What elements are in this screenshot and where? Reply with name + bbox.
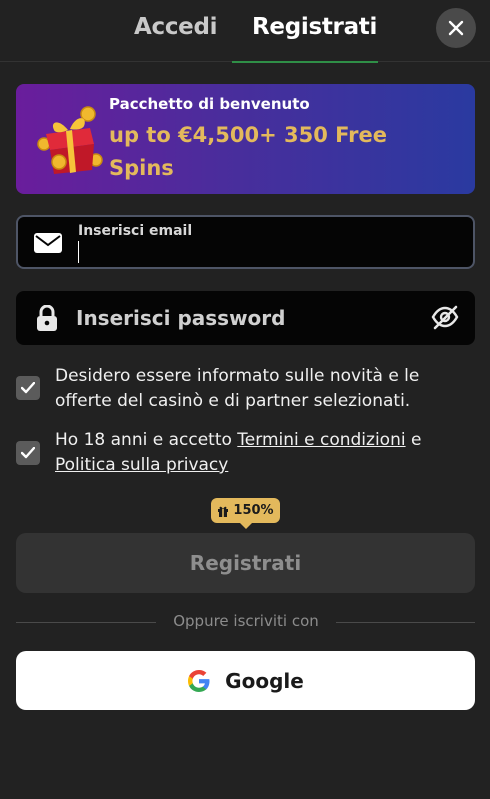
promo-offer: up to €4,500+ 350 Free Spins xyxy=(109,123,388,180)
newsletter-consent-text: Desidero essere informato sulle novità e… xyxy=(55,366,420,411)
tab-login[interactable]: Accedi xyxy=(134,14,218,40)
email-field[interactable]: Inserisci email xyxy=(16,215,475,269)
welcome-bonus-banner: Pacchetto di benvenuto up to €4,500+ 350… xyxy=(16,84,475,194)
bonus-badge-label: 150% xyxy=(233,503,274,518)
privacy-link[interactable]: Politica sulla privacy xyxy=(55,455,228,475)
promo-subtitle: Pacchetto di benvenuto xyxy=(109,95,310,113)
newsletter-checkbox[interactable] xyxy=(16,376,40,400)
google-button-label: Google xyxy=(225,668,304,693)
divider-text: Oppure iscriviti con xyxy=(173,612,319,630)
divider-line-left xyxy=(16,622,156,623)
eye-off-icon[interactable] xyxy=(431,304,459,330)
gift-icon xyxy=(218,506,229,517)
register-button[interactable]: Registrati xyxy=(16,533,475,593)
gift-icon xyxy=(37,106,103,174)
bonus-badge: 150% xyxy=(211,498,280,529)
lock-icon xyxy=(37,305,57,331)
active-tab-indicator xyxy=(232,61,378,63)
close-button[interactable] xyxy=(436,8,476,48)
close-icon xyxy=(448,20,464,36)
check-icon xyxy=(21,382,35,394)
email-label: Inserisci email xyxy=(78,223,193,239)
terms-consent-text: Ho 18 anni e accetto Termini e condizion… xyxy=(55,428,455,478)
terms-prefix: Ho 18 anni e accetto xyxy=(55,430,238,450)
email-input[interactable] xyxy=(78,241,458,263)
terms-connector: e xyxy=(405,430,422,450)
tab-register[interactable]: Registrati xyxy=(252,14,377,40)
divider-line-right xyxy=(336,622,475,623)
password-field[interactable] xyxy=(16,291,475,345)
password-input[interactable] xyxy=(76,305,416,331)
terms-link[interactable]: Termini e condizioni xyxy=(237,430,405,450)
auth-tabs: Accedi Registrati xyxy=(0,0,490,63)
google-signup-button[interactable]: Google xyxy=(16,651,475,710)
mail-icon xyxy=(34,233,62,253)
terms-checkbox[interactable] xyxy=(16,441,40,465)
check-icon xyxy=(21,447,35,459)
google-icon xyxy=(188,669,210,692)
